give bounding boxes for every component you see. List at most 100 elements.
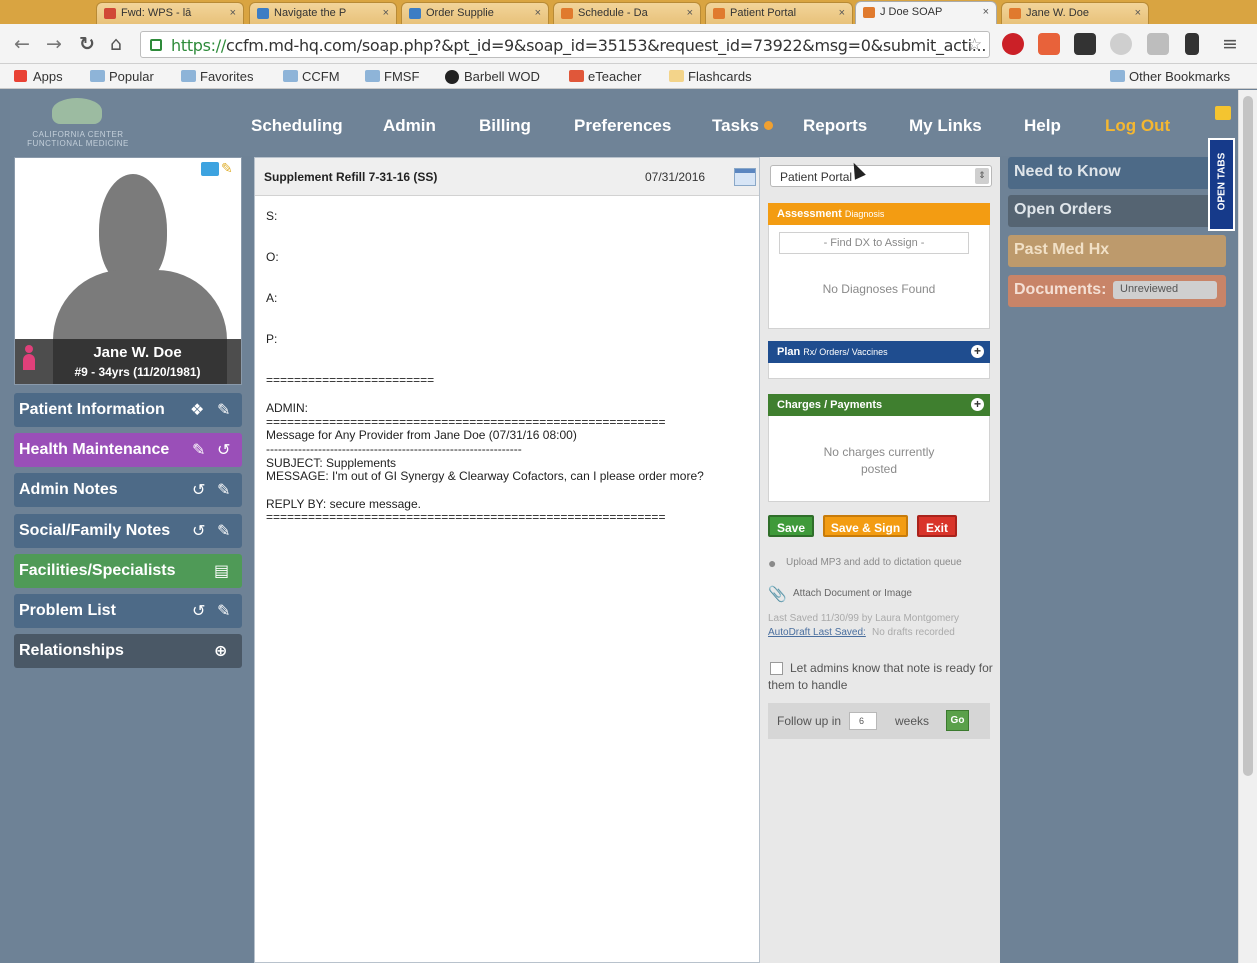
- add-circle-icon[interactable]: ⊕: [214, 641, 227, 660]
- bookmark-folder[interactable]: Popular: [90, 69, 154, 84]
- open-orders-button[interactable]: Open Orders: [1008, 195, 1226, 227]
- follow-up-go-button[interactable]: Go: [946, 710, 969, 731]
- save-button[interactable]: Save: [768, 515, 814, 537]
- home-icon[interactable]: ⌂: [110, 33, 122, 55]
- documents-filter-select[interactable]: Unreviewed: [1113, 281, 1217, 299]
- browser-tab[interactable]: Patient Portal ×: [705, 2, 853, 24]
- sidebar-item-admin-notes[interactable]: Admin Notes ↺ ✎: [14, 473, 242, 507]
- pencil-icon[interactable]: ✎: [217, 601, 230, 620]
- tab-close-icon[interactable]: ×: [383, 7, 389, 19]
- exit-button[interactable]: Exit: [917, 515, 957, 537]
- extension-icon[interactable]: [1038, 33, 1060, 55]
- history-icon[interactable]: ↺: [192, 601, 205, 620]
- nav-tasks[interactable]: Tasks: [712, 116, 759, 136]
- nav-reports[interactable]: Reports: [803, 116, 867, 136]
- history-icon[interactable]: ↺: [217, 440, 230, 459]
- plan-header[interactable]: Plan Rx/ Orders/ Vaccines +: [768, 341, 990, 363]
- history-icon[interactable]: ↺: [192, 521, 205, 540]
- patient-photo[interactable]: ✎ Jane W. Doe #9 - 34yrs (11/20/1981): [14, 157, 242, 385]
- sidebar-item-facilities-specialists[interactable]: Facilities/Specialists ▤: [14, 554, 242, 588]
- history-icon[interactable]: ↺: [192, 480, 205, 499]
- bookmark-apps[interactable]: Apps: [14, 69, 63, 84]
- back-icon[interactable]: ←: [14, 33, 30, 55]
- extension-icon[interactable]: [1110, 33, 1132, 55]
- upload-mp3-link[interactable]: Upload MP3 and add to dictation queue: [786, 557, 962, 568]
- clinic-logo[interactable]: CALIFORNIA CENTER FUNCTIONAL MEDICINE: [14, 94, 142, 150]
- add-charge-icon[interactable]: +: [971, 398, 984, 411]
- note-source-select[interactable]: Patient Portal ⇕: [770, 165, 992, 187]
- tab-close-icon[interactable]: ×: [1135, 7, 1141, 19]
- tab-close-icon[interactable]: ×: [839, 7, 845, 19]
- pencil-icon[interactable]: ✎: [221, 160, 233, 177]
- site-icon: [409, 8, 421, 19]
- page-scrollbar[interactable]: [1238, 90, 1257, 963]
- assessment-header[interactable]: Assessment Diagnosis: [768, 203, 990, 225]
- sidebar-item-problem-list[interactable]: Problem List ↺ ✎: [14, 594, 242, 628]
- browser-tab[interactable]: Navigate the P ×: [249, 2, 397, 24]
- menu-icon[interactable]: ≡: [1222, 33, 1238, 55]
- add-plan-icon[interactable]: +: [971, 345, 984, 358]
- scroll-thumb[interactable]: [1243, 96, 1253, 776]
- tag-icon[interactable]: ❖: [190, 400, 204, 419]
- nav-log-out[interactable]: Log Out: [1105, 116, 1170, 136]
- note-date-field[interactable]: 07/31/2016: [640, 166, 732, 188]
- sidebar-item-social-family-notes[interactable]: Social/Family Notes ↺ ✎: [14, 514, 242, 548]
- nav-scheduling[interactable]: Scheduling: [251, 116, 343, 136]
- save-and-sign-button[interactable]: Save & Sign: [823, 515, 908, 537]
- nav-billing[interactable]: Billing: [479, 116, 531, 136]
- charges-header[interactable]: Charges / Payments +: [768, 394, 990, 416]
- bookmark-other[interactable]: Other Bookmarks: [1110, 69, 1230, 84]
- bookmark-link[interactable]: eTeacher: [569, 69, 641, 84]
- pencil-icon[interactable]: ✎: [192, 440, 205, 459]
- open-tabs-toggle[interactable]: OPEN TABS: [1208, 138, 1235, 231]
- pencil-icon[interactable]: ✎: [217, 480, 230, 499]
- browser-tab[interactable]: Order Supplie ×: [401, 2, 549, 24]
- sidebar-item-patient-information[interactable]: Patient Information ❖ ✎: [14, 393, 242, 427]
- select-arrows-icon: ⇕: [975, 168, 989, 184]
- url-input[interactable]: https://ccfm.md-hq.com/soap.php?&pt_id=9…: [140, 31, 990, 58]
- browser-tab-active[interactable]: J Doe SOAP ×: [855, 1, 997, 24]
- sticky-note-icon[interactable]: [1215, 106, 1231, 120]
- nav-my-links[interactable]: My Links: [909, 116, 982, 136]
- browser-tab[interactable]: Jane W. Doe ×: [1001, 2, 1149, 24]
- past-med-hx-button[interactable]: Past Med Hx: [1008, 235, 1226, 267]
- bookmark-folder[interactable]: Favorites: [181, 69, 253, 84]
- need-to-know-button[interactable]: Need to Know: [1008, 157, 1226, 189]
- documents-button[interactable]: Documents: Unreviewed: [1008, 275, 1226, 307]
- note-title[interactable]: Supplement Refill 7-31-16 (SS): [264, 170, 437, 184]
- nav-preferences[interactable]: Preferences: [574, 116, 671, 136]
- bookmark-folder[interactable]: CCFM: [283, 69, 340, 84]
- bookmark-star-icon[interactable]: ☆: [967, 35, 982, 55]
- reload-icon[interactable]: ↻: [79, 33, 95, 55]
- extension-icon[interactable]: [1185, 33, 1199, 55]
- sidebar-item-relationships[interactable]: Relationships ⊕: [14, 634, 242, 668]
- pencil-icon[interactable]: ✎: [217, 400, 230, 419]
- bookmark-folder[interactable]: FMSF: [365, 69, 419, 84]
- extension-icon[interactable]: [1147, 33, 1169, 55]
- sidebar-item-health-maintenance[interactable]: Health Maintenance ✎ ↺: [14, 433, 242, 467]
- bookmark-link[interactable]: Barbell WOD: [445, 69, 540, 84]
- pinterest-icon[interactable]: [1002, 33, 1024, 55]
- nav-admin[interactable]: Admin: [383, 116, 436, 136]
- browser-tab[interactable]: Schedule - Da ×: [553, 2, 701, 24]
- tab-close-icon[interactable]: ×: [230, 7, 236, 19]
- find-dx-input[interactable]: - Find DX to Assign -: [779, 232, 969, 254]
- follow-up-box: Follow up in 6 weeks Go: [768, 703, 990, 739]
- calendar-icon[interactable]: [734, 168, 756, 186]
- tab-close-icon[interactable]: ×: [687, 7, 693, 19]
- paperclip-icon: 📎: [768, 586, 787, 603]
- attach-document-link[interactable]: Attach Document or Image: [793, 588, 912, 599]
- follow-up-weeks-input[interactable]: 6: [849, 712, 877, 730]
- pencil-icon[interactable]: ✎: [217, 521, 230, 540]
- extension-icon[interactable]: [1074, 33, 1096, 55]
- tab-close-icon[interactable]: ×: [535, 7, 541, 19]
- window-icon[interactable]: ▤: [214, 561, 229, 580]
- nav-help[interactable]: Help: [1024, 116, 1061, 136]
- tab-close-icon[interactable]: ×: [983, 6, 989, 18]
- bookmark-link[interactable]: Flashcards: [669, 69, 752, 84]
- autodraft-link[interactable]: AutoDraft Last Saved:: [768, 627, 866, 638]
- browser-tab[interactable]: Fwd: WPS - lā ×: [96, 2, 244, 24]
- id-card-icon[interactable]: [201, 162, 219, 176]
- note-body-textarea[interactable]: S: O: A: P: ======================== ADM…: [266, 209, 704, 525]
- forward-icon[interactable]: →: [46, 33, 62, 55]
